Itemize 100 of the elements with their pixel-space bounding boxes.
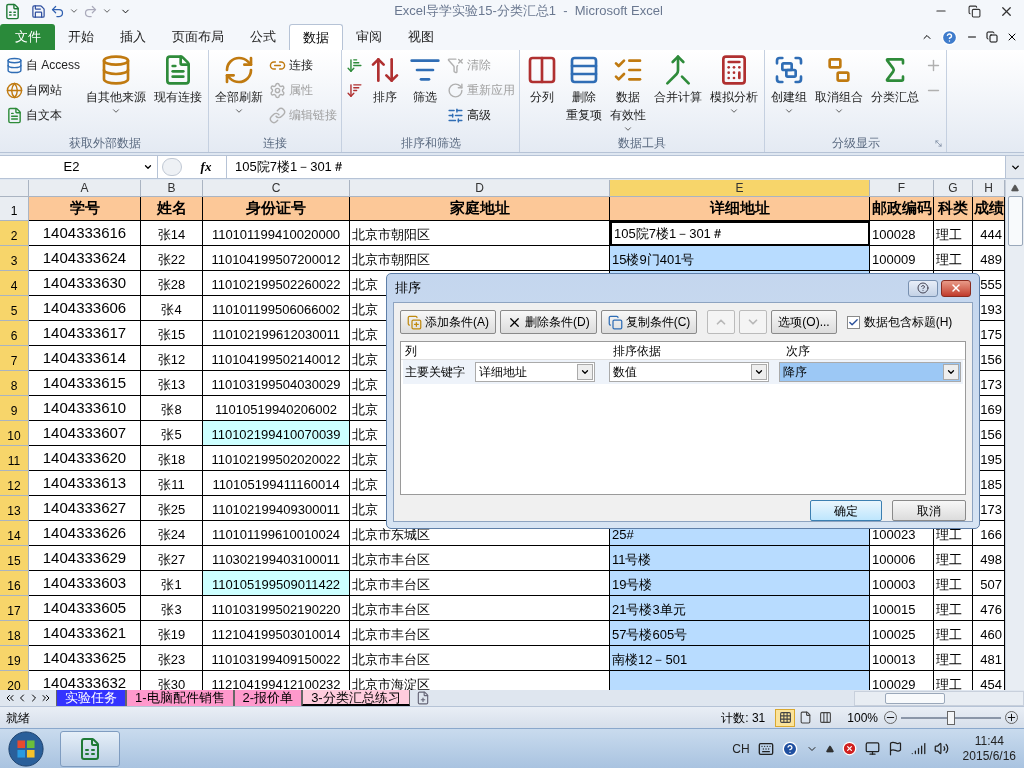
row-header[interactable]: 17 [0, 595, 29, 621]
help-icon[interactable] [941, 28, 958, 46]
sort-level-row[interactable]: 主要关键字 详细地址 数值 降序 [403, 360, 963, 384]
ribbon-button[interactable]: 筛选 [407, 54, 443, 106]
network-icon[interactable] [864, 741, 880, 756]
keyboard-icon[interactable] [757, 740, 774, 757]
sheet-tab[interactable]: 3-分类汇总练习 [302, 690, 410, 706]
view-button[interactable] [775, 708, 796, 727]
row-header[interactable]: 12 [0, 470, 29, 496]
taskbar-app-button[interactable] [60, 730, 120, 767]
restore-icon[interactable] [986, 31, 998, 43]
column-header[interactable]: H [973, 180, 1005, 197]
ok-button[interactable]: 确定 [810, 500, 882, 521]
column-header[interactable]: C [203, 180, 350, 197]
dialog-button[interactable]: 选项(O)... [771, 310, 837, 334]
zoom-slider-thumb[interactable] [947, 710, 955, 725]
row-header[interactable]: 5 [0, 295, 29, 321]
column-header[interactable]: A [29, 180, 141, 197]
row-header[interactable]: 15 [0, 545, 29, 571]
checkbox[interactable] [846, 315, 860, 329]
ribbon-button[interactable]: 排序 [367, 54, 403, 106]
help-button[interactable] [908, 279, 938, 297]
row-header[interactable]: 2 [0, 220, 29, 246]
undo-icon[interactable] [50, 3, 65, 19]
ribbon-tab[interactable]: 数据 [289, 24, 343, 50]
dialog-button[interactable]: 添加条件(A) [400, 310, 496, 334]
dialog-button[interactable]: 复制条件(C) [600, 310, 698, 334]
insert-sheet-icon[interactable] [415, 691, 430, 705]
sort-on-select[interactable]: 数值 [609, 362, 769, 382]
row-header[interactable]: 16 [0, 570, 29, 596]
insert-function-button[interactable]: fx [186, 157, 226, 177]
ribbon-tab[interactable]: 页面布局 [159, 24, 237, 50]
close-icon[interactable] [1006, 31, 1018, 43]
row-header[interactable]: 8 [0, 370, 29, 396]
first-sheet-icon[interactable] [4, 692, 16, 704]
show-hidden-icons-icon[interactable] [825, 744, 834, 753]
horizontal-scrollbar[interactable] [854, 690, 1024, 706]
ribbon-tab[interactable]: 插入 [107, 24, 159, 50]
ribbon-button[interactable]: 连接 [269, 54, 337, 76]
dialog-button[interactable]: 删除条件(D) [500, 310, 597, 334]
row-header[interactable]: 7 [0, 345, 29, 371]
sheet-tab[interactable]: 1-电脑配件销售 [126, 690, 234, 706]
row-header[interactable]: 1 [0, 197, 29, 221]
vertical-scrollbar[interactable] [1005, 180, 1024, 690]
column-header[interactable]: D [350, 180, 610, 197]
clock-time[interactable]: 11:44 [974, 733, 1004, 749]
row-header[interactable]: 19 [0, 645, 29, 671]
ribbon-tab[interactable]: 开始 [55, 24, 107, 50]
ribbon-button[interactable]: 自其他来源 [84, 54, 148, 116]
ribbon-button[interactable]: 自文本 [6, 104, 80, 126]
row-header[interactable]: 18 [0, 620, 29, 646]
ribbon-button[interactable]: 取消组合 [813, 54, 865, 116]
row-header[interactable]: 9 [0, 395, 29, 421]
row-header[interactable]: 4 [0, 270, 29, 296]
zoom-level[interactable]: 100% [847, 708, 878, 727]
zoom-in-icon[interactable] [1005, 711, 1018, 724]
ribbon-button[interactable]: 全部刷新 [213, 54, 265, 116]
start-button[interactable] [6, 729, 46, 768]
ribbon-button[interactable]: 合并计算 [652, 54, 704, 106]
error-icon[interactable] [841, 741, 857, 756]
ribbon-button[interactable]: 高级 [447, 104, 515, 126]
scrollbar-thumb[interactable] [1007, 196, 1023, 246]
ribbon-button[interactable]: 分列 [524, 54, 560, 106]
ribbon-button[interactable]: 自 Access [6, 54, 80, 76]
ribbon-button[interactable]: 自网站 [6, 79, 80, 101]
language-indicator[interactable]: CH [732, 739, 750, 758]
flag-icon[interactable] [887, 741, 903, 756]
excel-logo-icon[interactable] [4, 2, 21, 20]
help-icon[interactable] [781, 740, 798, 757]
ribbon-button[interactable]: 数据 有效性 [608, 54, 648, 134]
restore-icon[interactable] [968, 4, 981, 18]
sheet-tab[interactable]: 实验任务 [56, 690, 126, 706]
ribbon-tab[interactable]: 公式 [237, 24, 289, 50]
last-sheet-icon[interactable] [40, 692, 52, 704]
row-header[interactable]: 6 [0, 320, 29, 346]
column-header[interactable]: E [610, 180, 870, 197]
sheet-tab[interactable]: 2-报价单 [233, 690, 303, 706]
ribbon-button[interactable]: 删除 重复项 [564, 54, 604, 124]
column-header[interactable]: G [934, 180, 973, 197]
ribbon-button[interactable]: 分类汇总 [869, 54, 921, 106]
ribbon-tab[interactable]: 文件 [0, 24, 55, 50]
ribbon-tab[interactable]: 审阅 [343, 24, 395, 50]
column-header[interactable]: F [870, 180, 934, 197]
ribbon-button[interactable]: 创建组 [769, 54, 809, 116]
row-header[interactable]: 14 [0, 520, 29, 546]
order-select[interactable]: 降序 [779, 362, 961, 382]
row-header[interactable]: 13 [0, 495, 29, 521]
close-button[interactable] [941, 279, 971, 297]
clock-date[interactable]: 2015/6/16 [962, 748, 1016, 764]
row-header[interactable]: 10 [0, 420, 29, 446]
save-icon[interactable] [31, 3, 46, 19]
volume-icon[interactable] [933, 741, 949, 756]
column-select[interactable]: 详细地址 [475, 362, 595, 382]
scroll-up-icon[interactable] [1011, 184, 1019, 192]
signal-icon[interactable] [910, 741, 926, 756]
row-header[interactable]: 11 [0, 445, 29, 471]
cancel-button[interactable]: 取消 [892, 500, 966, 521]
ribbon-tab[interactable]: 视图 [395, 24, 447, 50]
ribbon-button[interactable]: 模拟分析 [708, 54, 760, 116]
ribbon-button[interactable]: 现有连接 [152, 54, 204, 106]
